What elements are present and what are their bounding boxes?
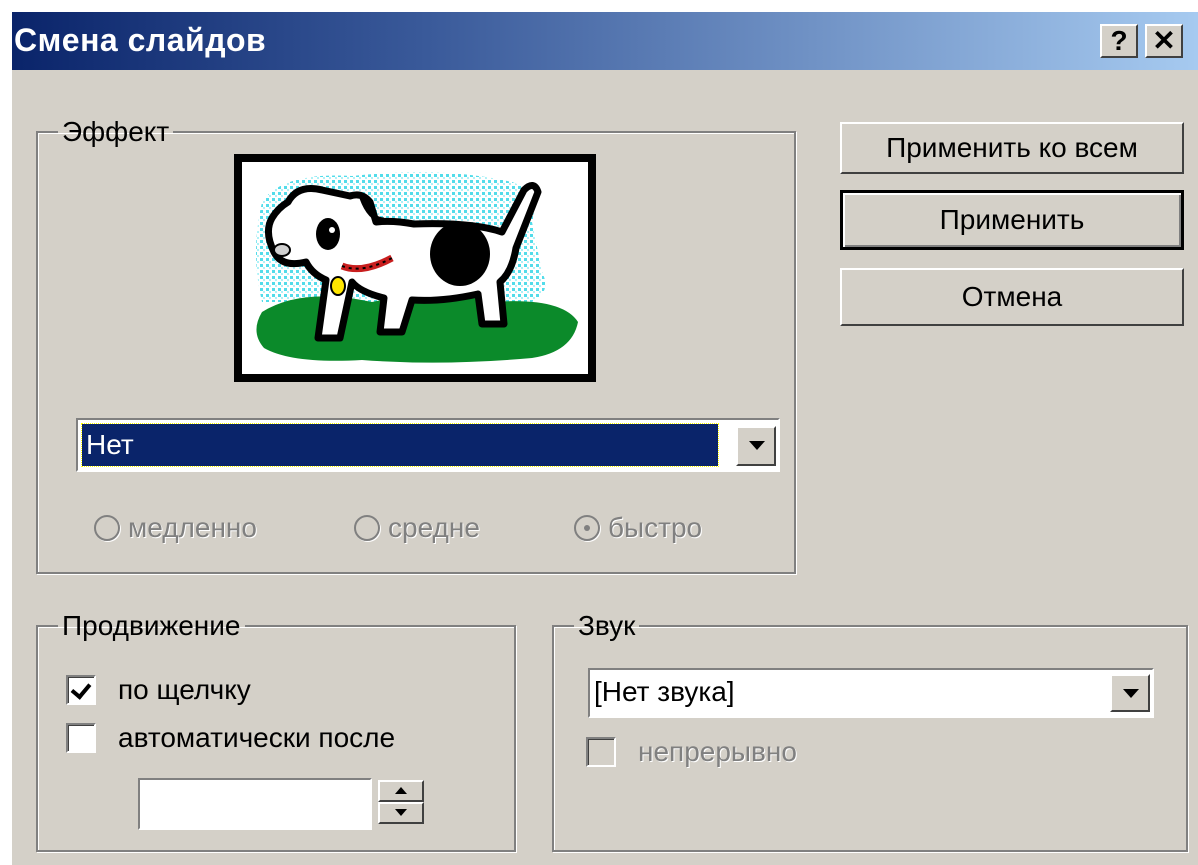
sound-group: Звук bbox=[552, 612, 1188, 852]
slide-transition-dialog: Смена слайдов ? ✕ Эффект Нет медленно ср… bbox=[12, 12, 1198, 865]
effect-legend: Эффект bbox=[62, 116, 170, 147]
cancel-button[interactable]: Отмена bbox=[840, 268, 1184, 326]
radio-checked-icon bbox=[574, 515, 600, 541]
on-click-checkbox[interactable]: по щелчку bbox=[66, 674, 251, 706]
radio-fast[interactable]: быстро bbox=[574, 512, 702, 544]
checkbox-icon bbox=[66, 723, 96, 753]
auto-after-checkbox[interactable]: автоматически после bbox=[66, 722, 395, 754]
apply-button[interactable]: Применить bbox=[840, 190, 1184, 250]
sound-select[interactable]: [Нет звука] bbox=[588, 668, 1154, 718]
effect-preview bbox=[234, 154, 596, 382]
auto-after-label: автоматически после bbox=[118, 722, 396, 753]
radio-fast-label: быстро bbox=[608, 512, 703, 543]
window-title: Смена слайдов bbox=[14, 22, 267, 58]
radio-slow-label: медленно bbox=[128, 512, 257, 543]
on-click-label: по щелчку bbox=[118, 674, 251, 705]
checkbox-icon bbox=[586, 737, 616, 767]
sound-select-value: [Нет звука] bbox=[594, 676, 735, 707]
spin-down-icon[interactable] bbox=[378, 802, 424, 824]
title-bar[interactable]: Смена слайдов ? ✕ bbox=[12, 12, 1198, 70]
loop-checkbox[interactable]: непрерывно bbox=[586, 736, 797, 768]
checkmark-icon bbox=[66, 675, 96, 705]
spin-up-icon[interactable] bbox=[378, 780, 424, 802]
radio-medium-label: средне bbox=[388, 512, 480, 543]
effect-dropdown-button[interactable] bbox=[736, 426, 776, 466]
radio-slow[interactable]: медленно bbox=[94, 512, 257, 544]
radio-medium[interactable]: средне bbox=[354, 512, 480, 544]
loop-label: непрерывно bbox=[638, 736, 797, 767]
auto-time-spinner bbox=[378, 780, 424, 824]
dog-preview-icon bbox=[256, 172, 578, 363]
auto-time-input[interactable] bbox=[138, 778, 372, 830]
sound-dropdown-button[interactable] bbox=[1110, 674, 1150, 712]
radio-icon bbox=[94, 515, 120, 541]
sound-legend: Звук bbox=[578, 610, 636, 641]
radio-icon bbox=[354, 515, 380, 541]
help-button[interactable]: ? bbox=[1100, 24, 1138, 58]
close-button[interactable]: ✕ bbox=[1145, 24, 1183, 58]
advance-legend: Продвижение bbox=[62, 610, 241, 641]
effect-select[interactable]: Нет bbox=[76, 418, 780, 472]
effect-select-value: Нет bbox=[81, 423, 719, 467]
apply-all-button[interactable]: Применить ко всем bbox=[840, 122, 1184, 174]
